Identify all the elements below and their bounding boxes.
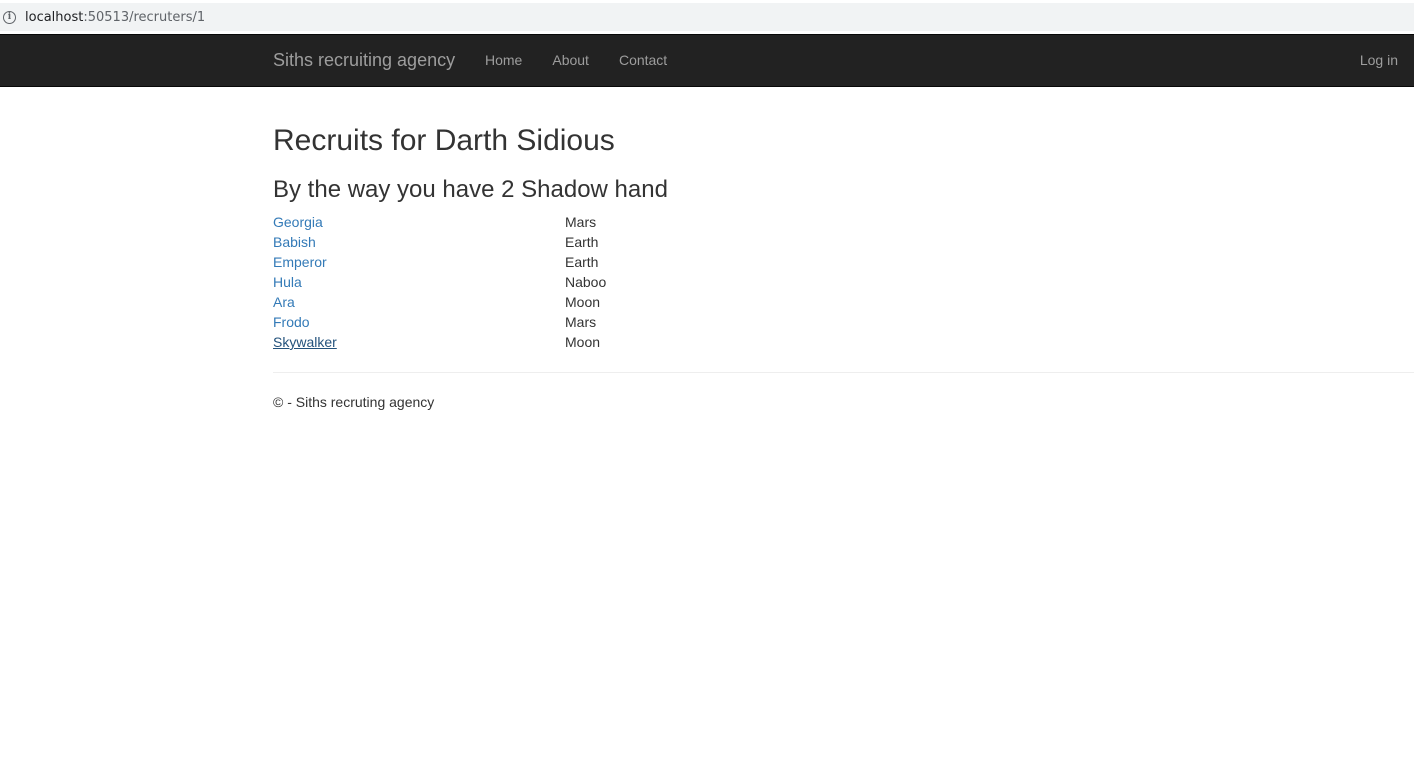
recruit-name-cell: Hula [273,272,565,292]
nav-contact-link[interactable]: Contact [619,52,667,68]
recruit-name-cell: Georgia [273,212,565,232]
recruit-planet: Earth [565,234,599,250]
table-row: Ara Moon [273,292,606,312]
recruit-link-skywalker[interactable]: Skywalker [273,334,337,350]
footer-divider [273,372,1414,373]
recruit-link-babish[interactable]: Babish [273,234,316,250]
nav-home-link[interactable]: Home [485,52,522,68]
main-content: Recruits for Darth Sidious By the way yo… [273,86,1414,410]
url-text[interactable]: localhost:50513/recruters/1 [25,10,205,25]
recruit-planet: Naboo [565,274,607,290]
address-field[interactable]: i localhost:50513/recruters/1 [0,3,1414,31]
recruits-table: Georgia Mars Babish Earth Emperor Earth … [273,212,606,352]
recruit-name-cell: Babish [273,232,565,252]
recruit-link-hula[interactable]: Hula [273,274,302,290]
table-row: Frodo Mars [273,312,606,332]
recruit-link-ara[interactable]: Ara [273,294,295,310]
nav-about-link[interactable]: About [552,52,589,68]
table-row: Georgia Mars [273,212,606,232]
recruit-name-cell: Ara [273,292,565,312]
table-row: Hula Naboo [273,272,606,292]
browser-address-bar: i localhost:50513/recruters/1 [0,0,1414,34]
recruit-planet: Mars [565,314,597,330]
info-icon[interactable]: i [3,10,16,24]
page-title: Recruits for Darth Sidious [273,124,615,157]
recruit-planet: Earth [565,254,599,270]
recruit-planet: Moon [565,334,601,350]
recruit-link-emperor[interactable]: Emperor [273,254,327,270]
recruit-name-cell: Frodo [273,312,565,332]
page-subtitle: By the way you have 2 Shadow hand [273,176,668,203]
recruit-planet: Mars [565,214,597,230]
url-path: :50513/recruters/1 [83,9,206,25]
login-link[interactable]: Log in [1360,52,1398,68]
table-row: Skywalker Moon [273,332,606,352]
url-host: localhost [25,9,84,25]
recruit-link-georgia[interactable]: Georgia [273,214,323,230]
recruit-link-frodo[interactable]: Frodo [273,314,310,330]
table-row: Babish Earth [273,232,606,252]
recruit-name-cell: Emperor [273,252,565,272]
top-navbar: Siths recruiting agency Home About Conta… [0,34,1414,87]
recruit-planet: Moon [565,294,601,310]
brand-link[interactable]: Siths recruiting agency [273,50,455,71]
table-row: Emperor Earth [273,252,606,272]
recruit-name-cell: Skywalker [273,332,565,352]
nav-links: Home About Contact [485,52,697,68]
footer-text: © - Siths recruting agency [273,394,435,410]
